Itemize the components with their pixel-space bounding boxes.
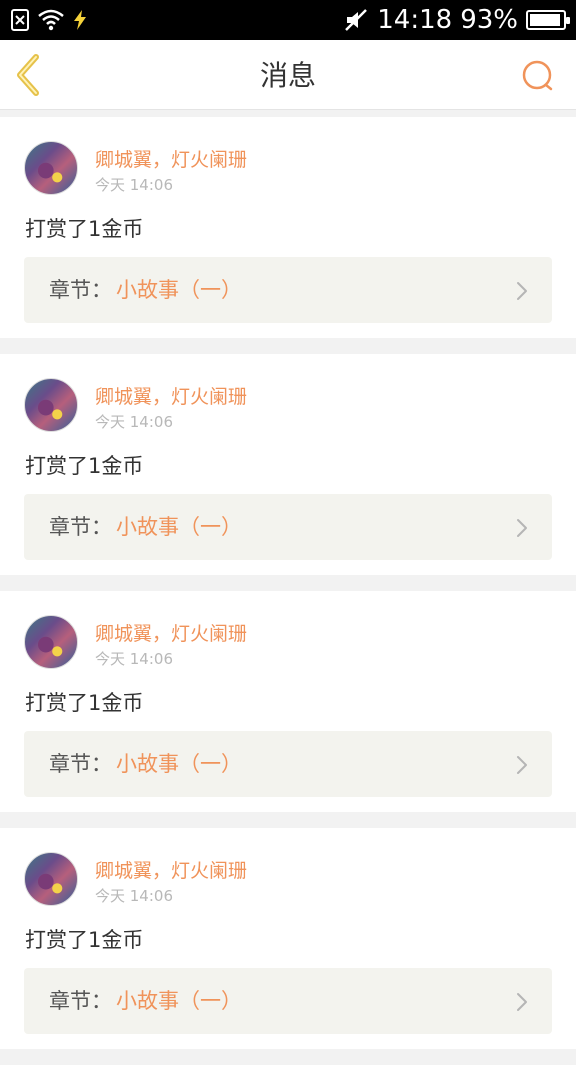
battery-icon — [526, 10, 570, 30]
chapter-label: 章节： — [49, 515, 112, 539]
avatar[interactable] — [24, 615, 78, 669]
chapter-title: 小故事（一） — [116, 278, 242, 302]
message-time: 今天 14:06 — [95, 176, 173, 194]
chapter-title: 小故事（一） — [116, 752, 242, 776]
message-time: 今天 14:06 — [95, 650, 173, 668]
chapter-link[interactable]: 章节： 小故事（一） — [24, 257, 552, 323]
message-time: 今天 14:06 — [95, 887, 173, 905]
chapter-label: 章节： — [49, 752, 112, 776]
avatar[interactable] — [24, 852, 78, 906]
message-text: 打赏了1金币 — [25, 217, 144, 241]
chapter-title: 小故事（一） — [116, 989, 242, 1013]
avatar[interactable] — [24, 141, 78, 195]
search-icon — [522, 60, 553, 91]
search-button[interactable] — [518, 56, 558, 96]
mute-icon — [345, 9, 368, 31]
chapter-label: 章节： — [49, 989, 112, 1013]
user-name[interactable]: 卿城翼，灯火阑珊 — [95, 145, 247, 172]
chevron-right-icon — [517, 519, 527, 537]
message-card: 卿城翼，灯火阑珊 今天 14:06 打赏了1金币 章节： 小故事（一） — [0, 828, 576, 1049]
message-card: 卿城翼，灯火阑珊 今天 14:06 打赏了1金币 章节： 小故事（一） — [0, 591, 576, 812]
wifi-icon — [38, 9, 64, 31]
chapter-link[interactable]: 章节： 小故事（一） — [24, 968, 552, 1034]
chapter-title: 小故事（一） — [116, 515, 242, 539]
message-time: 今天 14:06 — [95, 413, 173, 431]
message-card: 卿城翼，灯火阑珊 今天 14:06 打赏了1金币 章节： 小故事（一） — [0, 117, 576, 338]
message-text: 打赏了1金币 — [25, 454, 144, 478]
user-name[interactable]: 卿城翼，灯火阑珊 — [95, 382, 247, 409]
chapter-link[interactable]: 章节： 小故事（一） — [24, 494, 552, 560]
chapter-label: 章节： — [49, 278, 112, 302]
chevron-right-icon — [517, 282, 527, 300]
app-header: 消息 — [0, 40, 576, 110]
page-title: 消息 — [259, 59, 316, 92]
sim-x-icon — [11, 9, 29, 31]
chapter-link[interactable]: 章节： 小故事（一） — [24, 731, 552, 797]
battery-level — [530, 14, 560, 26]
avatar[interactable] — [24, 378, 78, 432]
chevron-right-icon — [517, 756, 527, 774]
charging-bolt-icon — [74, 10, 86, 30]
message-text: 打赏了1金币 — [25, 928, 144, 952]
message-list: 卿城翼，灯火阑珊 今天 14:06 打赏了1金币 章节： 小故事（一） 卿城翼，… — [0, 117, 576, 1065]
chevron-right-icon — [517, 993, 527, 1011]
user-name[interactable]: 卿城翼，灯火阑珊 — [95, 619, 247, 646]
status-bar: 14:18 93% — [0, 0, 576, 40]
battery-percent: 93% — [460, 5, 518, 35]
status-left-icons — [10, 8, 88, 32]
user-name[interactable]: 卿城翼，灯火阑珊 — [95, 856, 247, 883]
message-text: 打赏了1金币 — [25, 691, 144, 715]
status-time: 14:18 — [377, 5, 453, 35]
message-card: 卿城翼，灯火阑珊 今天 14:06 打赏了1金币 章节： 小故事（一） — [0, 354, 576, 575]
status-right: 14:18 93% — [343, 5, 570, 35]
